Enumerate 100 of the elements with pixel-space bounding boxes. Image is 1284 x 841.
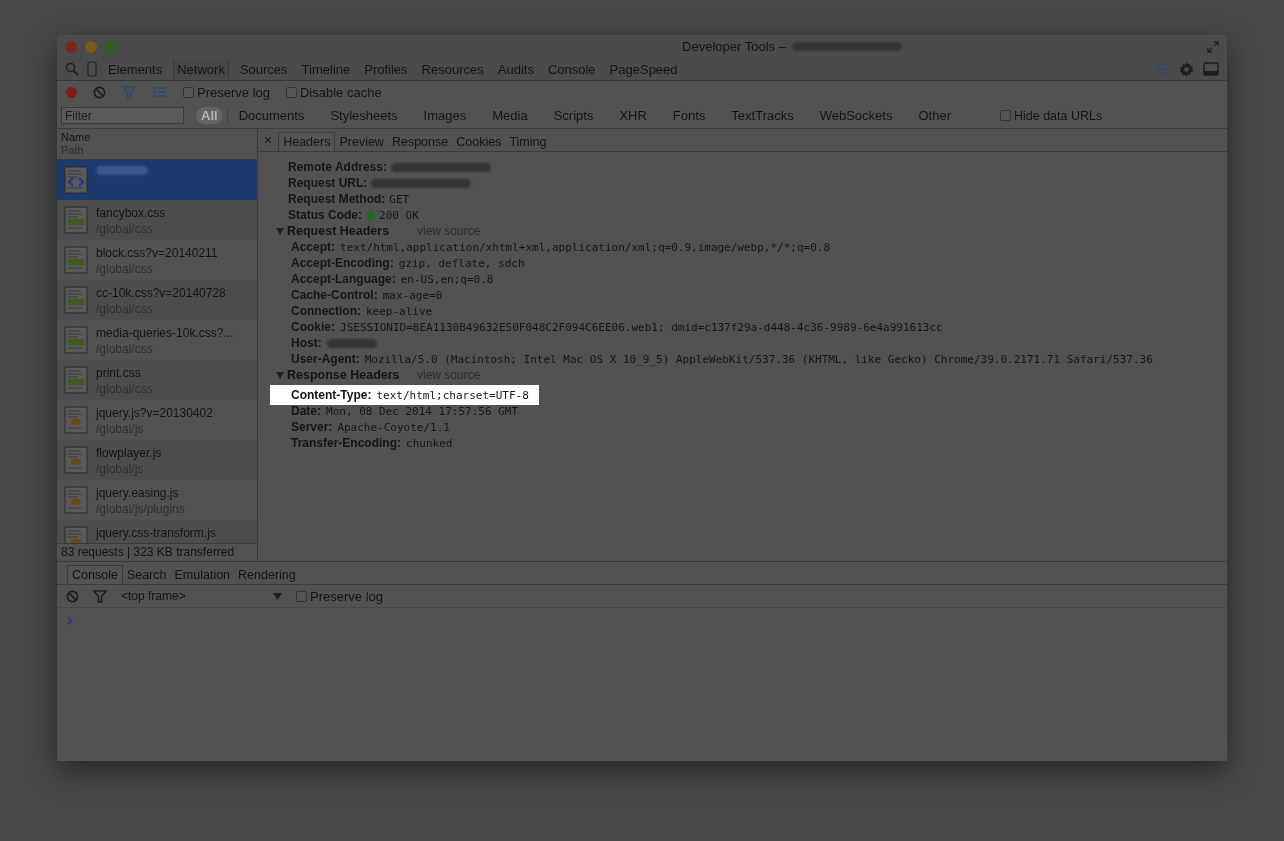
disclosure-triangle-icon[interactable]	[276, 227, 284, 235]
disable-cache-checkbox[interactable]: Disable cache	[278, 84, 382, 100]
close-icon[interactable]: ×	[264, 132, 273, 148]
prompt-chevron-icon[interactable]	[67, 616, 73, 625]
blurred-text	[96, 166, 148, 175]
request-name: media-queries-10k.css?...	[96, 326, 234, 340]
request-name: fancybox.css	[96, 206, 166, 220]
header-name: Date:	[291, 404, 321, 418]
panel-tab[interactable]: Console	[544, 59, 599, 79]
clear-icon[interactable]	[93, 85, 106, 99]
header-name: Accept-Language:	[291, 272, 396, 286]
request-row[interactable]	[57, 160, 257, 200]
header-name: Status Code:	[288, 208, 362, 222]
header-name: Host:	[291, 336, 322, 350]
dock-icon[interactable]	[1203, 62, 1219, 76]
header-name: Content-Type:	[291, 388, 372, 402]
css-file-icon	[64, 326, 88, 354]
filter-icon[interactable]	[93, 589, 107, 603]
filter-icon[interactable]	[122, 85, 136, 99]
drawer-tab[interactable]: Rendering	[234, 566, 300, 584]
detail-tab[interactable]: Headers	[278, 132, 336, 151]
drawer-tab[interactable]: Emulation	[170, 566, 235, 584]
request-name: cc-10k.css?v=20140728	[96, 286, 226, 300]
css-file-icon	[64, 246, 88, 274]
zoom-button[interactable]	[105, 40, 117, 53]
css-file-icon	[64, 286, 88, 314]
caret-icon[interactable]	[273, 592, 282, 600]
panel-tab[interactable]: Sources	[236, 59, 291, 79]
hide-data-urls-checkbox[interactable]: Hide data URLs	[991, 108, 1103, 123]
panel-tab[interactable]: Resources	[418, 59, 487, 79]
header-value: GET	[389, 192, 410, 206]
blurred-text	[326, 338, 377, 348]
request-name: print.css	[96, 366, 142, 380]
header-name: Request URL:	[288, 176, 368, 190]
search-icon[interactable]	[65, 62, 79, 76]
record-button[interactable]	[66, 86, 77, 98]
clear-icon[interactable]	[66, 589, 79, 603]
header-value: Mon, 08 Dec 2014 17:57:56 GMT	[326, 404, 519, 418]
header-name: User-Agent:	[291, 352, 360, 366]
request-name: flowplayer.js	[96, 446, 162, 460]
type-filter[interactable]: Images	[418, 107, 472, 124]
css-file-icon	[64, 206, 88, 234]
header-value: text/html;charset=UTF-8	[376, 388, 529, 402]
header-value: chunked	[406, 436, 453, 450]
detail-tab[interactable]: Timing	[505, 133, 551, 151]
css-file-icon	[64, 366, 88, 394]
preserve-log-checkbox[interactable]: Preserve log	[288, 588, 383, 604]
header-name: Server:	[291, 420, 333, 434]
header-value: Apache-Coyote/1.1	[337, 420, 450, 434]
status-dot-icon	[366, 210, 375, 220]
request-row[interactable]: jquery.css-transform.js	[57, 520, 257, 543]
section-title[interactable]: Response Headers	[287, 368, 417, 382]
header-name: Accept:	[291, 240, 335, 254]
preserve-log-checkbox[interactable]: Preserve log	[175, 84, 270, 100]
type-filter[interactable]: All	[196, 107, 223, 124]
header-value: max-age=0	[382, 288, 443, 302]
detail-tab[interactable]: Response	[387, 133, 453, 151]
request-name: block.css?v=20140211	[96, 246, 218, 260]
js-file-icon	[64, 406, 88, 434]
settings-icon[interactable]	[1178, 60, 1195, 78]
context-dropdown[interactable]: <top frame>	[121, 589, 259, 603]
js-file-icon	[64, 486, 88, 514]
device-icon[interactable]	[87, 61, 97, 77]
list-view-icon[interactable]	[152, 86, 167, 98]
drawer-tab[interactable]: Search	[122, 566, 171, 584]
console-drawer-icon[interactable]	[1154, 63, 1170, 75]
header-name: Cache-Control:	[291, 288, 378, 302]
panel-tab[interactable]: Profiles	[361, 59, 411, 79]
header-value: gzip, deflate, sdch	[398, 256, 525, 270]
section-title[interactable]: Request Headers	[287, 224, 417, 238]
request-name: jquery.js?v=20130402	[96, 406, 213, 420]
type-filter[interactable]: WebSockets	[814, 107, 898, 124]
filter-field[interactable]: Filter	[61, 107, 184, 124]
js-file-icon	[64, 446, 88, 474]
column-header[interactable]: Name	[61, 131, 257, 144]
header-name: Request Method:	[288, 192, 386, 206]
type-filter[interactable]: Documents	[233, 107, 310, 124]
header-name: Cookie:	[291, 320, 335, 334]
type-filter[interactable]: Fonts	[667, 107, 711, 124]
detail-tab[interactable]: Cookies	[452, 133, 506, 151]
type-filter[interactable]: Other	[913, 107, 956, 124]
fullscreen-icon[interactable]	[1207, 40, 1219, 53]
drawer-tab[interactable]: Console	[67, 565, 123, 584]
status-bar: 83 requests | 323 KB transferred	[57, 543, 257, 561]
type-filter[interactable]: Media	[487, 107, 533, 124]
type-filter[interactable]: Scripts	[548, 107, 599, 124]
type-filter[interactable]: TextTracks	[726, 107, 799, 124]
close-button[interactable]	[65, 40, 77, 53]
header-value: en-US,en;q=0.8	[400, 272, 494, 286]
request-name: jquery.easing.js	[96, 486, 180, 500]
header-name: Accept-Encoding:	[291, 256, 394, 270]
header-value: JSESSIONID=8EA1130B49632E50F048C2F094C6EE06.web1; dmid=c137f29a-d448-4c36-9989-6e4a991613cc	[340, 320, 943, 334]
disclosure-triangle-icon[interactable]	[276, 371, 284, 379]
header-name: Transfer-Encoding:	[291, 436, 401, 450]
type-filter[interactable]: Stylesheets	[325, 107, 403, 124]
detail-tab[interactable]: Preview	[335, 133, 388, 151]
type-filter[interactable]: XHR	[614, 107, 652, 124]
minimize-button[interactable]	[85, 40, 97, 53]
header-value: 200 OK	[379, 208, 419, 222]
request-name: jquery.css-transform.js	[96, 526, 216, 540]
